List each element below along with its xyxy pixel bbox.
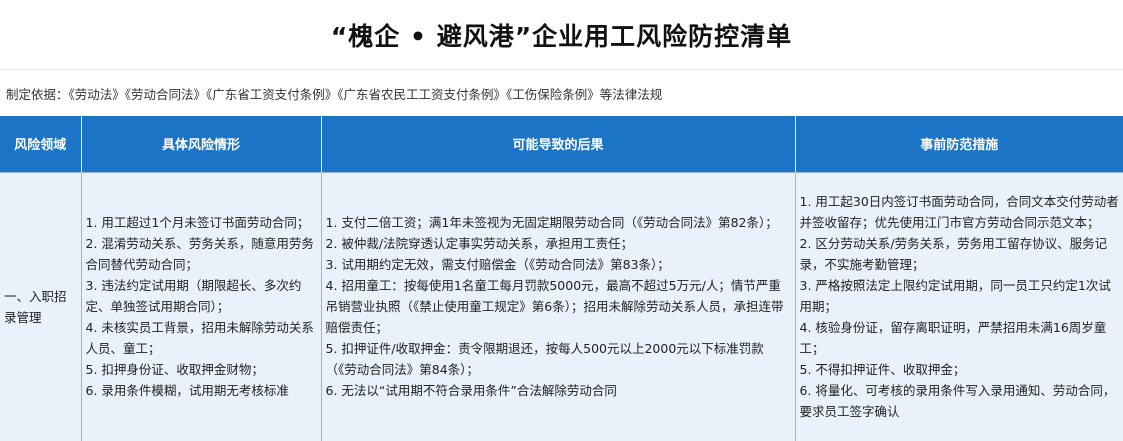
consequence-item: 1. 支付二倍工资；满1年未签视为无固定期限劳动合同（《劳动合同法》第82条）； [325, 215, 778, 231]
cell-risks: 1. 用工超过1个月未签订书面劳动合同； 2. 混淆劳动关系、劳务关系，随意用劳… [81, 171, 322, 441]
consequence-item: 2. 被仲裁/法院穿透认定事实劳动关系，承担用工责任； [325, 236, 634, 252]
cell-measures: 1. 用工起30日内签订书面劳动合同，合同文本交付劳动者并签收留存；优先使用江门… [795, 171, 1123, 441]
measure-item: 3. 严格按照法定上限约定试用期，同一员工只约定1次试用期； [799, 278, 1111, 315]
risk-item: 3. 违法约定试用期（期限超长、多次约定、单独签试用期合同）； [85, 278, 302, 315]
risk-table: 风险领域 具体风险情形 可能导致的后果 事前防范措施 一、入职招录管理 1. 用… [0, 116, 1123, 441]
table-row: 一、入职招录管理 1. 用工超过1个月未签订书面劳动合同； 2. 混淆劳动关系、… [0, 171, 1123, 441]
consequence-item: 3. 试用期约定无效，需支付赔偿金（《劳动合同法》第83条）； [325, 257, 670, 273]
title-bar: “槐企 • 避风港”企业用工风险防控清单 [0, 0, 1123, 70]
column-header-area: 风险领域 [0, 116, 82, 172]
measure-item: 5. 不得扣押证件、收取押金； [799, 362, 966, 378]
column-header-consequences: 可能导致的后果 [321, 116, 796, 172]
column-header-measures: 事前防范措施 [795, 116, 1123, 172]
basis-text: 制定依据：《劳动法》《劳动合同法》《广东省工资支付条例》《广东省农民工工资支付条… [6, 86, 663, 102]
measure-item: 1. 用工起30日内签订书面劳动合同，合同文本交付劳动者并签收留存；优先使用江门… [799, 194, 1119, 231]
risk-item: 4. 未核实员工背景，招用未解除劳动关系人员、童工； [85, 320, 314, 357]
cell-consequences: 1. 支付二倍工资；满1年未签视为无固定期限劳动合同（《劳动合同法》第82条）；… [321, 171, 796, 441]
column-header-risks: 具体风险情形 [81, 116, 322, 172]
measure-item: 6. 将量化、可考核的录用条件写入录用通知、劳动合同，要求员工签字确认 [799, 383, 1116, 420]
basis-row: 制定依据：《劳动法》《劳动合同法》《广东省工资支付条例》《广东省农民工工资支付条… [0, 70, 1123, 116]
risk-item: 1. 用工超过1个月未签订书面劳动合同； [85, 215, 310, 231]
header-row: 风险领域 具体风险情形 可能导致的后果 事前防范措施 [0, 116, 1123, 172]
risk-item: 2. 混淆劳动关系、劳务关系，随意用劳务合同替代劳动合同； [85, 236, 314, 273]
measure-item: 4. 核验身份证，留存离职证明，严禁招用未满16周岁童工； [799, 320, 1107, 357]
consequence-item: 5. 扣押证件/收取押金：责令限期退还，按每人500元以上2000元以下标准罚款… [325, 341, 764, 378]
area-label: 一、入职招录管理 [4, 288, 67, 325]
risk-item: 6. 录用条件模糊，试用期无考核标准 [85, 383, 289, 399]
consequence-item: 6. 无法以“试用期不符合录用条件”合法解除劳动合同 [325, 383, 617, 399]
page-title: “槐企 • 避风港”企业用工风险防控清单 [330, 21, 793, 51]
cell-area: 一、入职招录管理 [0, 171, 82, 441]
risk-item: 5. 扣押身份证、收取押金财物； [85, 362, 264, 378]
consequence-item: 4. 招用童工：按每使用1名童工每月罚款5000元，最高不超过5万元/人；情节严… [325, 278, 784, 336]
measure-item: 2. 区分劳动关系/劳务关系，劳务用工留存协议、服务记录，不实施考勤管理； [799, 236, 1108, 273]
